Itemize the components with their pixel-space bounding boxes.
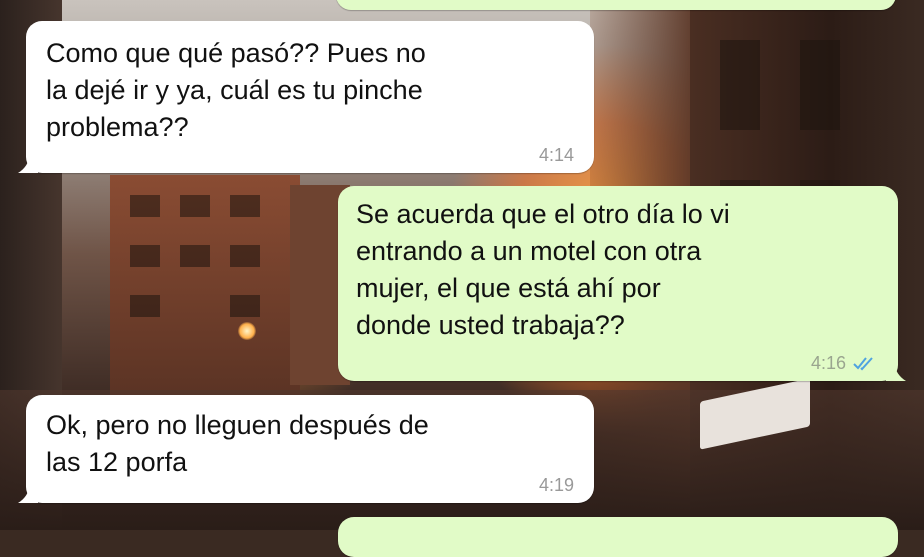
message-meta: 4:14: [539, 145, 574, 165]
message-meta: 4:19: [539, 475, 574, 495]
message-bubble-outgoing[interactable]: [336, 0, 896, 10]
read-double-check-icon: [853, 357, 873, 371]
message-text: Se acuerda que el otro día lo vi entrand…: [356, 199, 730, 340]
message-time: 4:19: [538, 475, 574, 495]
message-bubble-incoming[interactable]: Como que qué pasó?? Pues no la dejé ir y…: [18, 21, 594, 173]
bubble-tail-icon: [18, 155, 38, 173]
message-time: 4:14: [538, 145, 574, 165]
bubble-tail-icon: [886, 363, 906, 381]
message-text: Ok, pero no lleguen después de las 12 po…: [46, 410, 429, 477]
building-middle: [110, 175, 300, 400]
message-time: 4:16: [810, 353, 846, 373]
message-text: Como que qué pasó?? Pues no la dejé ir y…: [46, 38, 426, 142]
bubble-tail-icon: [18, 485, 38, 503]
message-bubble-incoming[interactable]: Ok, pero no lleguen después de las 12 po…: [18, 395, 594, 503]
street-lamp: [238, 322, 256, 340]
message-bubble-outgoing[interactable]: [338, 517, 898, 557]
message-bubble-outgoing[interactable]: Se acuerda que el otro día lo vi entrand…: [338, 186, 906, 381]
message-meta: 4:16: [811, 353, 878, 373]
